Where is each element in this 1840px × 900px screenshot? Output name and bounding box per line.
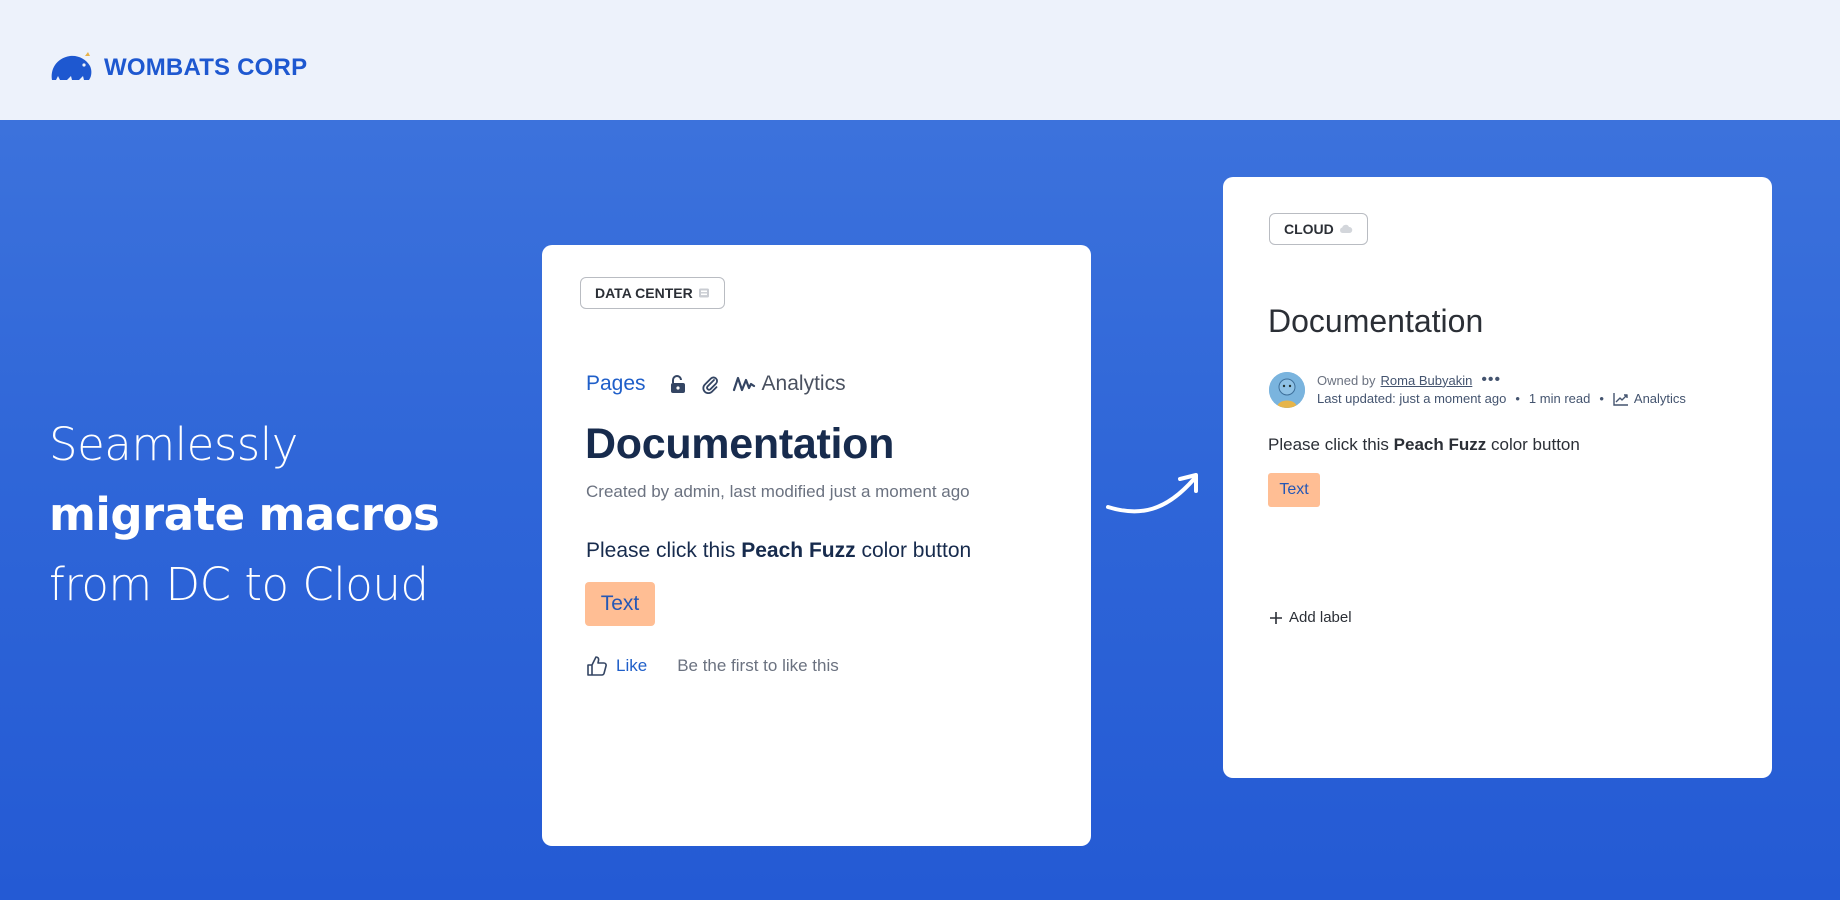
page-meta: Last updated: just a moment ago • 1 min … (1317, 391, 1686, 406)
avatar-icon (1269, 372, 1305, 408)
cloud-card: CLOUD Documentation Owned by Roma Bubyak… (1223, 177, 1772, 778)
owner-line: Owned by Roma Bubyakin ••• (1317, 371, 1502, 389)
top-bar: WOMBATS CORP (0, 0, 1840, 120)
analytics-icon (732, 376, 755, 392)
peach-fuzz-button[interactable]: Text (1268, 473, 1320, 507)
like-button[interactable]: Like (616, 656, 647, 676)
arrow-icon (1106, 473, 1198, 514)
data-center-badge: DATA CENTER (580, 277, 725, 309)
brand-name: WOMBATS CORP (104, 54, 308, 81)
cloud-icon (1339, 224, 1353, 233)
page-body-text: Please click this Peach Fuzz color butto… (586, 539, 972, 562)
plus-icon (1270, 611, 1282, 624)
thumbs-up-icon[interactable] (586, 655, 608, 677)
page-title: Documentation (1268, 303, 1484, 339)
hero-headline: Seamlessly migrate macros from DC to Clo… (49, 418, 440, 611)
unlock-icon[interactable] (668, 374, 688, 394)
like-status: Be the first to like this (677, 656, 839, 675)
attachment-icon[interactable] (700, 374, 720, 394)
page-title: Documentation (585, 420, 895, 468)
like-bar: Like Be the first to like this (586, 655, 839, 677)
owner-link[interactable]: Roma Bubyakin (1381, 373, 1473, 388)
server-icon (698, 288, 709, 298)
cloud-badge: CLOUD (1269, 213, 1368, 245)
page-toolbar: Pages Analytics (586, 372, 846, 396)
analytics-link[interactable]: Analytics (1613, 391, 1686, 406)
pages-link[interactable]: Pages (586, 372, 646, 396)
wombat-icon (51, 52, 92, 80)
page-meta: Created by admin, last modified just a m… (586, 482, 970, 501)
analytics-link[interactable]: Analytics (732, 372, 846, 396)
page-body-text: Please click this Peach Fuzz color butto… (1268, 435, 1580, 454)
data-center-card: DATA CENTER Pages Analytics Documentatio… (542, 245, 1091, 846)
brand-logo[interactable]: WOMBATS CORP (48, 50, 307, 86)
peach-fuzz-button[interactable]: Text (585, 582, 655, 626)
analytics-icon (1613, 392, 1628, 406)
add-label-button[interactable]: Add label (1269, 609, 1352, 626)
more-actions-icon[interactable]: ••• (1481, 371, 1501, 389)
avatar[interactable] (1269, 372, 1305, 408)
